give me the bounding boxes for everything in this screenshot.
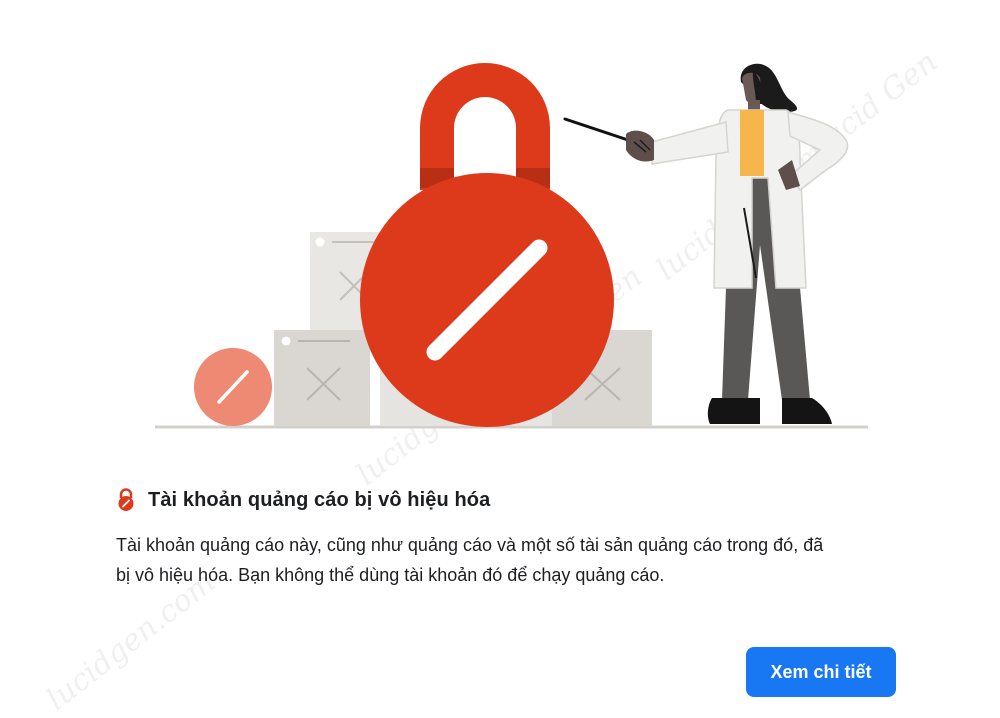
description-line: bị vô hiệu hóa. Bạn không thể dùng tài k… [116, 565, 665, 585]
page-title: Tài khoản quảng cáo bị vô hiệu hóa [148, 488, 491, 511]
presenter-figure [626, 63, 849, 424]
small-blocked-icon [194, 348, 272, 426]
disabled-account-illustration [0, 0, 1000, 460]
lock-icon [116, 488, 136, 512]
description-line: Tài khoản quảng cáo này, cũng như quảng … [116, 535, 824, 555]
box-icon [274, 330, 370, 426]
padlock-illustration [155, 63, 868, 429]
view-details-button[interactable]: Xem chi tiết [746, 647, 896, 697]
title-row: Tài khoản quảng cáo bị vô hiệu hóa [116, 488, 490, 512]
description: Tài khoản quảng cáo này, cũng như quảng … [116, 530, 896, 590]
